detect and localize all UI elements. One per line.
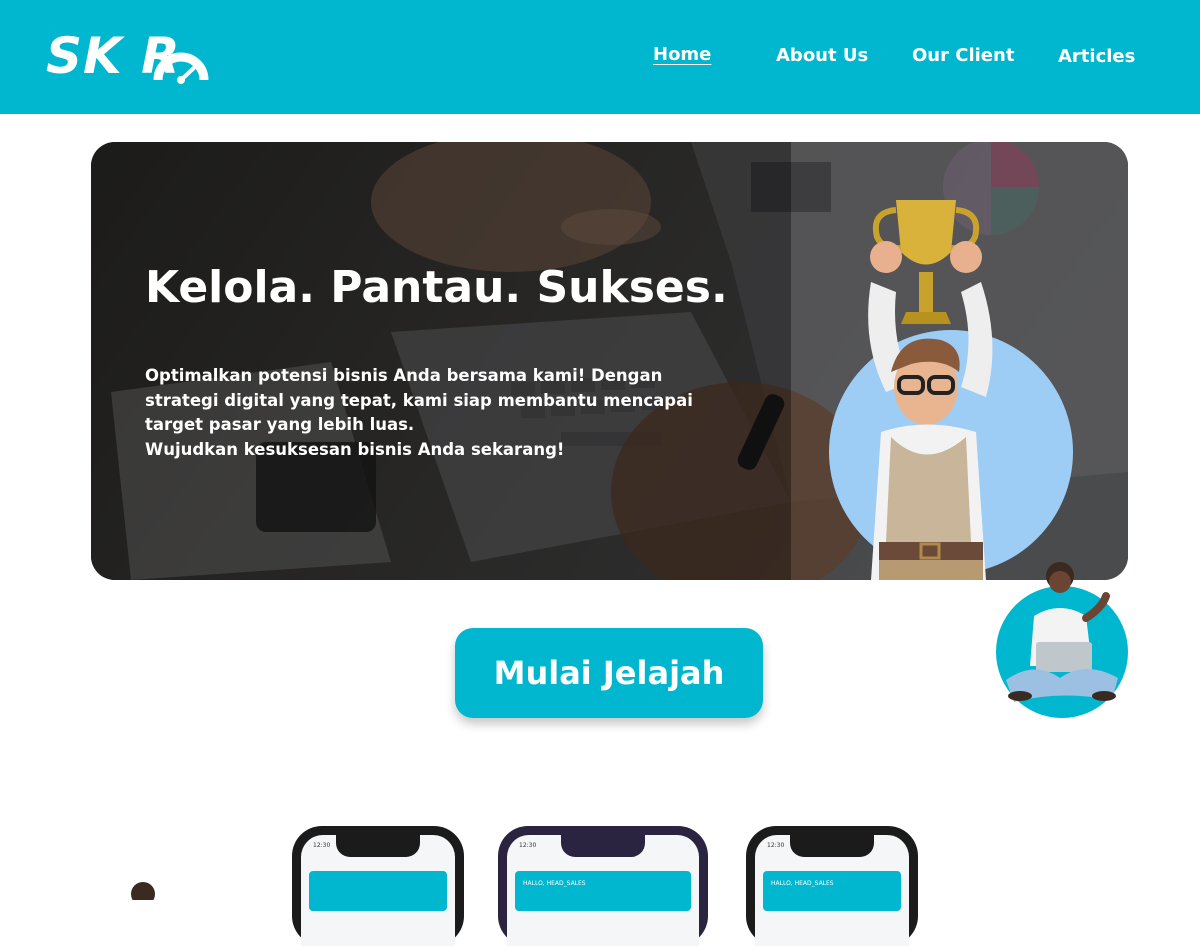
- phone-notch: [561, 835, 645, 857]
- nav-articles[interactable]: Articles: [1058, 46, 1135, 67]
- phone-greeting: HALLO, HEAD_SALES: [771, 880, 834, 887]
- phone-greeting: HALLO, HEAD_SALES: [523, 880, 586, 887]
- phone-mockup: 12:30 HALLO, HEAD_SALES: [498, 826, 708, 946]
- phone-time: 12:30: [767, 842, 785, 849]
- phone-screen: 12:30: [301, 835, 455, 946]
- hero-description-line: strategi digital yang tepat, kami siap m…: [145, 390, 693, 410]
- phone-notch: [790, 835, 874, 857]
- speedometer-icon: [153, 52, 209, 84]
- phone-mockup: 12:30: [292, 826, 464, 946]
- hero-description-line: target pasar yang lebih luas.: [145, 415, 415, 434]
- hero-description: Optimalkan potensi bisnis Anda bersama k…: [145, 364, 705, 462]
- phone-header-bar: [309, 871, 447, 911]
- phone-header-bar: HALLO, HEAD_SALES: [515, 871, 691, 911]
- phone-time: 12:30: [313, 842, 331, 849]
- phone-header-bar: HALLO, HEAD_SALES: [763, 871, 901, 911]
- hero-title: Kelola. Pantau. Sukses.: [145, 262, 728, 313]
- navbar: SK R Home About Us Our Client Articles: [0, 0, 1200, 114]
- hero-description-line: Optimalkan potensi bisnis Anda bersama k…: [145, 366, 663, 385]
- support-agent-icon[interactable]: [994, 560, 1130, 720]
- skor-logo[interactable]: SK R: [46, 28, 226, 84]
- nav-home[interactable]: Home: [653, 44, 711, 65]
- hero-banner: Kelola. Pantau. Sukses. Optimalkan poten…: [91, 142, 1128, 580]
- phone-screen: 12:30 HALLO, HEAD_SALES: [507, 835, 699, 946]
- phone-notch: [336, 835, 420, 857]
- person-illustration: [131, 882, 155, 900]
- phone-screen: 12:30 HALLO, HEAD_SALES: [755, 835, 909, 946]
- nav-about-us[interactable]: About Us: [776, 45, 868, 66]
- phone-time: 12:30: [519, 842, 537, 849]
- phone-mockup: 12:30 HALLO, HEAD_SALES: [746, 826, 918, 946]
- nav-our-client[interactable]: Our Client: [912, 45, 1014, 66]
- start-explore-button[interactable]: Mulai Jelajah: [455, 628, 763, 718]
- trophy-character-illustration: [829, 200, 1073, 580]
- hero-description-line: Wujudkan kesuksesan bisnis Anda sekarang…: [145, 439, 565, 459]
